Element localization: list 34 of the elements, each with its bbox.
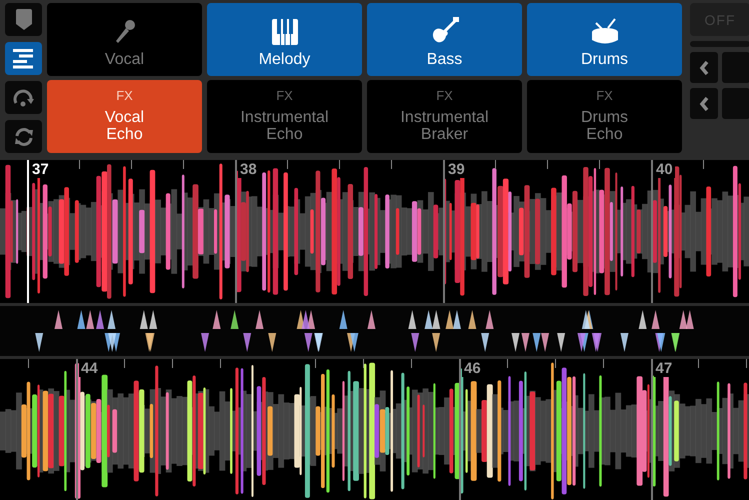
bar-number: 37 xyxy=(30,161,51,178)
bar-number: 38 xyxy=(238,161,259,178)
back-button[interactable] xyxy=(690,88,718,119)
loop-arrow-icon xyxy=(12,88,34,108)
piano-keys-icon xyxy=(272,19,298,45)
instrument-pad[interactable]: Bass xyxy=(367,3,522,76)
sync-icon xyxy=(12,126,34,148)
empty-slot xyxy=(722,52,749,83)
bar-number: 39 xyxy=(446,161,467,178)
fx-pad[interactable]: FX Vocal Echo xyxy=(47,80,202,153)
back-button[interactable] xyxy=(690,52,718,83)
instrument-pad[interactable]: Melody xyxy=(207,3,362,76)
instrument-pad[interactable]: Vocal xyxy=(47,3,202,76)
sync-button[interactable] xyxy=(5,120,42,153)
chevron-left-icon xyxy=(699,60,709,76)
fx-pad[interactable]: FX Instrumental Echo xyxy=(207,80,362,153)
instrument-pad[interactable]: Drums xyxy=(527,3,682,76)
empty-slot xyxy=(722,88,749,119)
bar-number: 40 xyxy=(654,161,675,178)
chevron-left-icon xyxy=(699,96,709,112)
fx-pad[interactable]: FX Drums Echo xyxy=(527,80,682,153)
guitar-icon xyxy=(430,17,458,45)
lanes-icon xyxy=(12,48,34,68)
fx-pad[interactable]: FX Instrumental Braker xyxy=(367,80,522,153)
bar-number: 47 xyxy=(654,360,674,377)
lanes-button[interactable] xyxy=(5,42,42,75)
drum-icon xyxy=(590,17,620,45)
bar-number: 46 xyxy=(462,360,483,377)
cue-button[interactable] xyxy=(5,3,42,36)
bar-number: 44 xyxy=(79,360,100,377)
shield-icon xyxy=(14,8,32,30)
loop-button[interactable] xyxy=(5,81,42,114)
level-bar xyxy=(690,41,749,47)
microphone-icon xyxy=(114,19,136,45)
